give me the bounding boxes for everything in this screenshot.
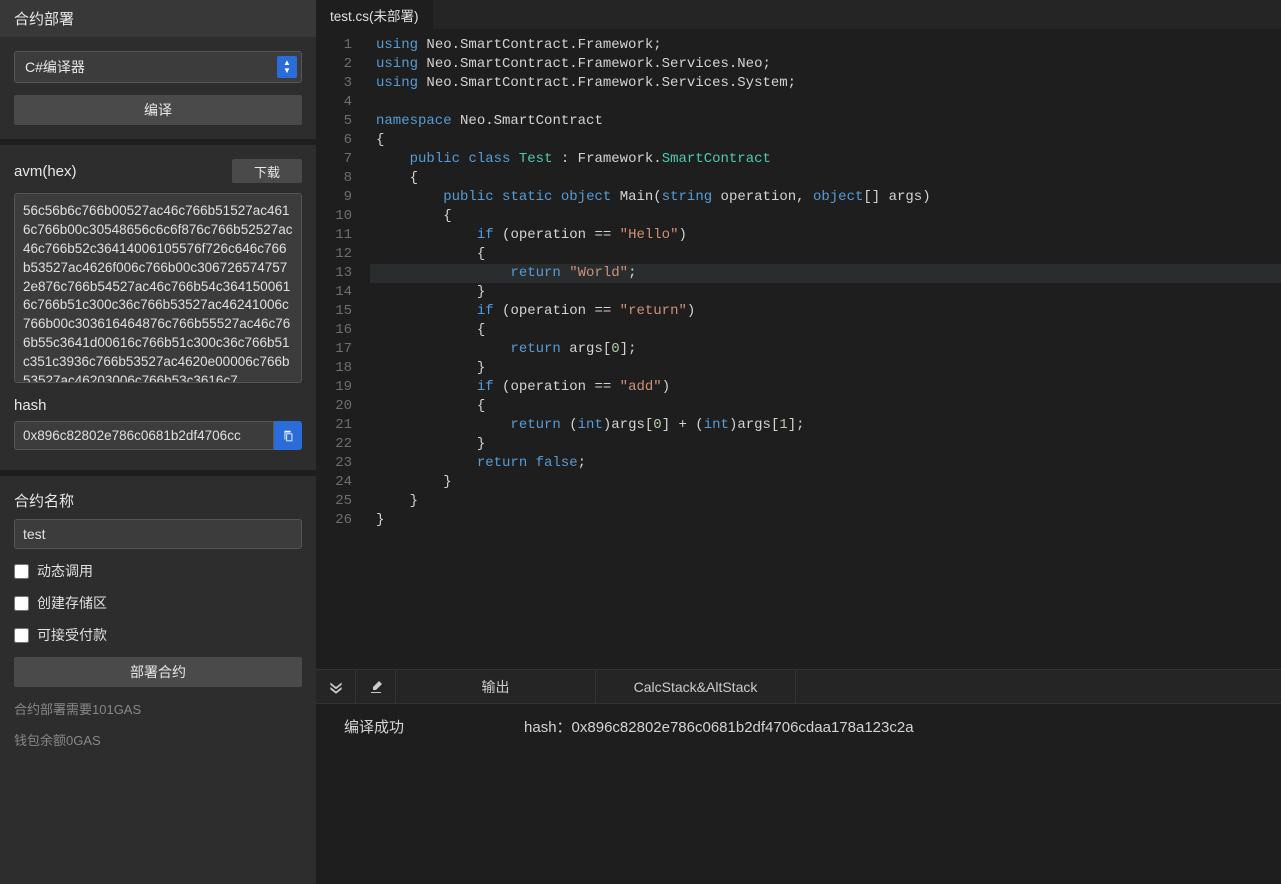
payable-label: 可接受付款 [37,625,107,645]
contract-section: 合约名称 动态调用 创建存储区 可接受付款 部署合约 合约部署需要101GAS … [0,476,316,884]
code-editor[interactable]: 1234567891011121314151617181920212223242… [316,30,1281,669]
hash-field[interactable]: 0x896c82802e786c0681b2df4706cc [14,421,274,450]
code-line[interactable]: public class Test : Framework.SmartContr… [370,150,1281,169]
code-line[interactable]: namespace Neo.SmartContract [370,112,1281,131]
brush-icon [368,679,384,695]
code-line[interactable]: return false; [370,454,1281,473]
line-number-gutter: 1234567891011121314151617181920212223242… [316,36,370,669]
editor-tab-bar: test.cs(未部署) [316,0,1281,30]
code-line[interactable]: } [370,359,1281,378]
code-line[interactable]: { [370,207,1281,226]
avm-label: avm(hex) [14,163,77,180]
code-line[interactable]: { [370,397,1281,416]
sidebar: 合约部署 C#编译器 ▲▼ 编译 avm(hex) 下载 56c56b6c766… [0,0,316,884]
main-area: test.cs(未部署) 123456789101112131415161718… [316,0,1281,884]
compiler-select[interactable]: C#编译器 ▲▼ [14,51,302,83]
code-line[interactable]: using Neo.SmartContract.Framework.Servic… [370,55,1281,74]
code-line[interactable]: if (operation == "add") [370,378,1281,397]
copy-icon [281,429,295,443]
code-line[interactable] [370,93,1281,112]
deploy-button[interactable]: 部署合约 [14,657,302,687]
console-tab-stack[interactable]: CalcStack&AltStack [596,670,796,703]
dynamic-invoke-checkbox[interactable]: 动态调用 [14,561,302,581]
compile-status-text: 编译成功 [344,716,404,737]
code-line[interactable]: if (operation == "Hello") [370,226,1281,245]
hash-label: hash [14,397,47,414]
console-tab-bar: 输出 CalcStack&AltStack [316,670,1281,704]
code-line[interactable]: using Neo.SmartContract.Framework; [370,36,1281,55]
console-tab-output[interactable]: 输出 [396,670,596,703]
contract-name-input[interactable] [14,519,302,549]
gas-required-text: 合约部署需要101GAS [14,699,302,718]
wallet-balance-text: 钱包余额0GAS [14,730,302,749]
copy-hash-button[interactable] [274,421,302,450]
file-tab[interactable]: test.cs(未部署) [316,0,433,29]
create-storage-checkbox[interactable]: 创建存储区 [14,593,302,613]
avm-section: avm(hex) 下载 56c56b6c766b00527ac46c766b51… [0,145,316,476]
chevron-double-down-icon [327,678,345,696]
code-line[interactable]: return (int)args[0] + (int)args[1]; [370,416,1281,435]
code-line[interactable]: { [370,321,1281,340]
code-line[interactable]: { [370,169,1281,188]
code-line[interactable]: return args[0]; [370,340,1281,359]
console-output: 编译成功 hash：0x896c82802e786c0681b2df4706cd… [316,704,1281,884]
code-line[interactable]: } [370,473,1281,492]
dynamic-invoke-label: 动态调用 [37,561,93,581]
select-arrows-icon: ▲▼ [277,56,297,78]
code-line[interactable]: } [370,283,1281,302]
code-line[interactable]: } [370,435,1281,454]
console-panel: 输出 CalcStack&AltStack 编译成功 hash：0x896c82… [316,669,1281,884]
code-line[interactable]: } [370,492,1281,511]
deploy-header: 合约部署 [0,0,316,37]
code-content[interactable]: using Neo.SmartContract.Framework;using … [370,36,1281,669]
compile-hash-text: hash：0x896c82802e786c0681b2df4706cdaa178… [524,716,914,737]
console-toggle-button[interactable] [316,670,356,703]
code-line[interactable]: public static object Main(string operati… [370,188,1281,207]
compile-button[interactable]: 编译 [14,95,302,125]
code-line[interactable]: { [370,245,1281,264]
compiler-selected-label: C#编译器 [25,57,85,77]
contract-name-label: 合约名称 [14,493,74,510]
code-line[interactable]: { [370,131,1281,150]
payable-checkbox[interactable]: 可接受付款 [14,625,302,645]
code-line[interactable]: using Neo.SmartContract.Framework.Servic… [370,74,1281,93]
avm-hex-box[interactable]: 56c56b6c766b00527ac46c766b51527ac4616c76… [14,193,302,383]
console-clear-button[interactable] [356,670,396,703]
download-button[interactable]: 下载 [232,159,302,183]
compile-section: 合约部署 C#编译器 ▲▼ 编译 [0,0,316,145]
code-line[interactable]: return "World"; [370,264,1281,283]
create-storage-label: 创建存储区 [37,593,107,613]
code-line[interactable]: if (operation == "return") [370,302,1281,321]
code-line[interactable]: } [370,511,1281,530]
